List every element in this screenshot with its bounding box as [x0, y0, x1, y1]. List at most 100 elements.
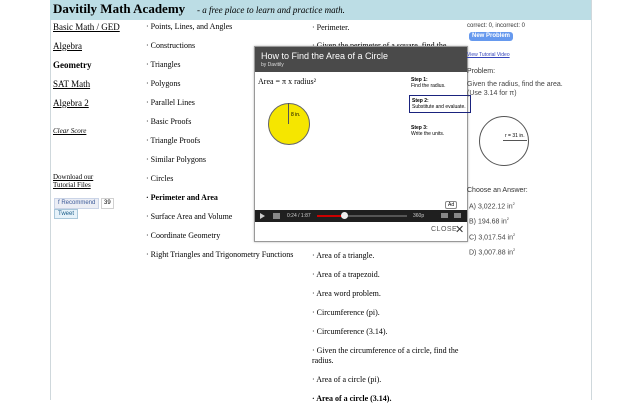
- topic-item[interactable]: · Basic Proofs: [146, 117, 191, 126]
- answer-letter: D): [469, 249, 477, 257]
- topic-item-active[interactable]: · Perimeter and Area: [146, 193, 218, 202]
- seek-bar[interactable]: [317, 215, 407, 217]
- new-problem-button[interactable]: New Problem: [469, 32, 514, 41]
- step-3: Step 3: Write the units.: [409, 123, 469, 139]
- problem-text: Given the radius, find the area. (Use 3.…: [467, 81, 563, 97]
- answer-exponent: 2: [513, 247, 516, 252]
- step-text: Substitute and evaluate.: [412, 104, 466, 110]
- video-title[interactable]: How to Find the Area of a Circle: [261, 51, 388, 61]
- nav-algebra[interactable]: Algebra: [53, 41, 82, 51]
- step-text: Write the units.: [411, 131, 445, 137]
- score-display: correct: 0, incorrect: 0: [467, 23, 526, 29]
- answer-value: 3,022.12 in: [477, 203, 513, 211]
- topic-label: Surface Area and Volume: [150, 212, 233, 221]
- tutorial-video-link[interactable]: View Tutorial Video: [467, 52, 510, 58]
- topic-item[interactable]: · Parallel Lines: [146, 98, 195, 107]
- answer-exponent: 2: [506, 216, 509, 221]
- topic-item[interactable]: · Similar Polygons: [146, 155, 206, 164]
- video-channel[interactable]: by Davitily: [261, 62, 284, 68]
- answer-choice-b[interactable]: B) 194.68 in2: [469, 216, 509, 225]
- choose-answer-heading: Choose an Answer:: [467, 187, 528, 194]
- topic-item[interactable]: · Surface Area and Volume: [146, 212, 232, 221]
- radius-label: 8 in.: [291, 112, 301, 118]
- problem-radius-label: r = 31 in.: [505, 133, 525, 139]
- answer-letter: A): [469, 203, 476, 211]
- topic-item[interactable]: · Points, Lines, and Angles: [146, 22, 232, 31]
- lesson-item[interactable]: · Given the circumference of a circle, f…: [312, 346, 462, 366]
- lesson-item[interactable]: · Area of a circle (3.14).: [312, 394, 462, 404]
- fullscreen-icon[interactable]: [454, 213, 461, 218]
- quality-selector[interactable]: 360p: [413, 213, 424, 219]
- topic-label: Circles: [150, 174, 174, 183]
- lesson-item[interactable]: · Circumference (pi).: [312, 308, 462, 318]
- lesson-item[interactable]: · Area of a trapezoid.: [312, 270, 462, 280]
- facebook-recommend-button[interactable]: f Recommend: [54, 198, 100, 209]
- nav-sat-math[interactable]: SAT Math: [53, 79, 90, 89]
- popout-icon[interactable]: [441, 213, 448, 218]
- answer-choice-d[interactable]: D) 3,007.88 in2: [469, 247, 515, 256]
- answer-value: 194.68 in: [477, 218, 507, 226]
- lesson-label: Area of a circle (pi).: [316, 375, 382, 384]
- problem-radius-line: [503, 140, 527, 141]
- topic-label: Similar Polygons: [150, 155, 207, 164]
- tweet-button[interactable]: Tweet: [54, 209, 79, 219]
- step-text: Find the radius.: [411, 83, 446, 89]
- topic-label: Points, Lines, and Angles: [150, 22, 233, 31]
- site-title[interactable]: Davitily Math Academy: [53, 1, 185, 17]
- answer-choice-a[interactable]: A) 3,022.12 in2: [469, 201, 515, 210]
- nav-basic-math[interactable]: Basic Math / GED: [53, 22, 120, 32]
- radius-line: [288, 103, 289, 124]
- answer-exponent: 2: [513, 232, 516, 237]
- nav-algebra-2[interactable]: Algebra 2: [53, 98, 89, 108]
- nav-geometry[interactable]: Geometry: [53, 60, 91, 70]
- lesson-item[interactable]: · Area word problem.: [312, 289, 462, 299]
- topic-item[interactable]: · Triangles: [146, 60, 180, 69]
- site-header: Davitily Math Academy - a free place to …: [50, 0, 591, 20]
- lesson-label: Area word problem.: [316, 289, 381, 298]
- area-formula: Area = π x radius²: [258, 77, 317, 86]
- recommend-count: 39: [101, 198, 114, 209]
- topic-item[interactable]: · Polygons: [146, 79, 180, 88]
- topic-label: Triangle Proofs: [150, 136, 201, 145]
- facebook-recommend-label: Recommend: [61, 200, 96, 206]
- topic-item[interactable]: · Triangle Proofs: [146, 136, 200, 145]
- close-label[interactable]: CLOSE: [431, 226, 457, 233]
- topic-item[interactable]: · Right Triangles and Trigonometry Funct…: [146, 250, 293, 259]
- lesson-item[interactable]: · Area of a circle (pi).: [312, 375, 462, 385]
- lesson-label: Circumference (pi).: [316, 308, 380, 317]
- answer-value: 3,007.88 in: [478, 249, 513, 257]
- ad-button[interactable]: Ad: [445, 201, 458, 209]
- lesson-label: Circumference (3.14).: [316, 327, 388, 336]
- play-icon[interactable]: [260, 213, 265, 219]
- topic-item[interactable]: · Circles: [146, 174, 173, 183]
- topic-label: Triangles: [150, 60, 181, 69]
- topic-label: Right Triangles and Trigonometry Functio…: [150, 250, 294, 259]
- lesson-label: Perimeter.: [316, 23, 350, 32]
- topic-item[interactable]: · Constructions: [146, 41, 195, 50]
- video-lightbox: How to Find the Area of a Circle by Davi…: [254, 46, 471, 242]
- problem-circle: [479, 116, 529, 166]
- close-icon[interactable]: ✕: [455, 223, 464, 236]
- seek-handle[interactable]: [341, 212, 348, 219]
- topic-item[interactable]: · Coordinate Geometry: [146, 231, 220, 240]
- step-2: Step 2: Substitute and evaluate.: [409, 95, 471, 113]
- lesson-item[interactable]: · Area of a triangle.: [312, 251, 462, 261]
- site-tagline: - a free place to learn and practice mat…: [197, 5, 345, 15]
- lesson-item[interactable]: · Circumference (3.14).: [312, 327, 462, 337]
- answer-choice-c[interactable]: C) 3,017.54 in2: [469, 232, 515, 241]
- topic-label: Parallel Lines: [150, 98, 195, 107]
- topic-label: Constructions: [150, 41, 196, 50]
- problem-heading: Problem:: [467, 68, 496, 75]
- topic-label: Coordinate Geometry: [150, 231, 221, 240]
- video-time: 0:24 / 1:87: [287, 213, 311, 219]
- lesson-label: Area of a triangle.: [316, 251, 375, 260]
- video-frame[interactable]: Area = π x radius² 8 in. Step 1: Find th…: [255, 72, 471, 210]
- answer-letter: B): [469, 218, 476, 226]
- download-tutorials-link[interactable]: Download our Tutorial Files: [53, 173, 113, 189]
- circle-figure: [268, 103, 310, 145]
- answer-exponent: 2: [512, 201, 515, 206]
- lesson-item[interactable]: · Perimeter.: [312, 23, 462, 33]
- volume-icon[interactable]: [273, 213, 280, 219]
- topic-label: Polygons: [150, 79, 181, 88]
- clear-score-link[interactable]: Clear Score: [53, 127, 86, 135]
